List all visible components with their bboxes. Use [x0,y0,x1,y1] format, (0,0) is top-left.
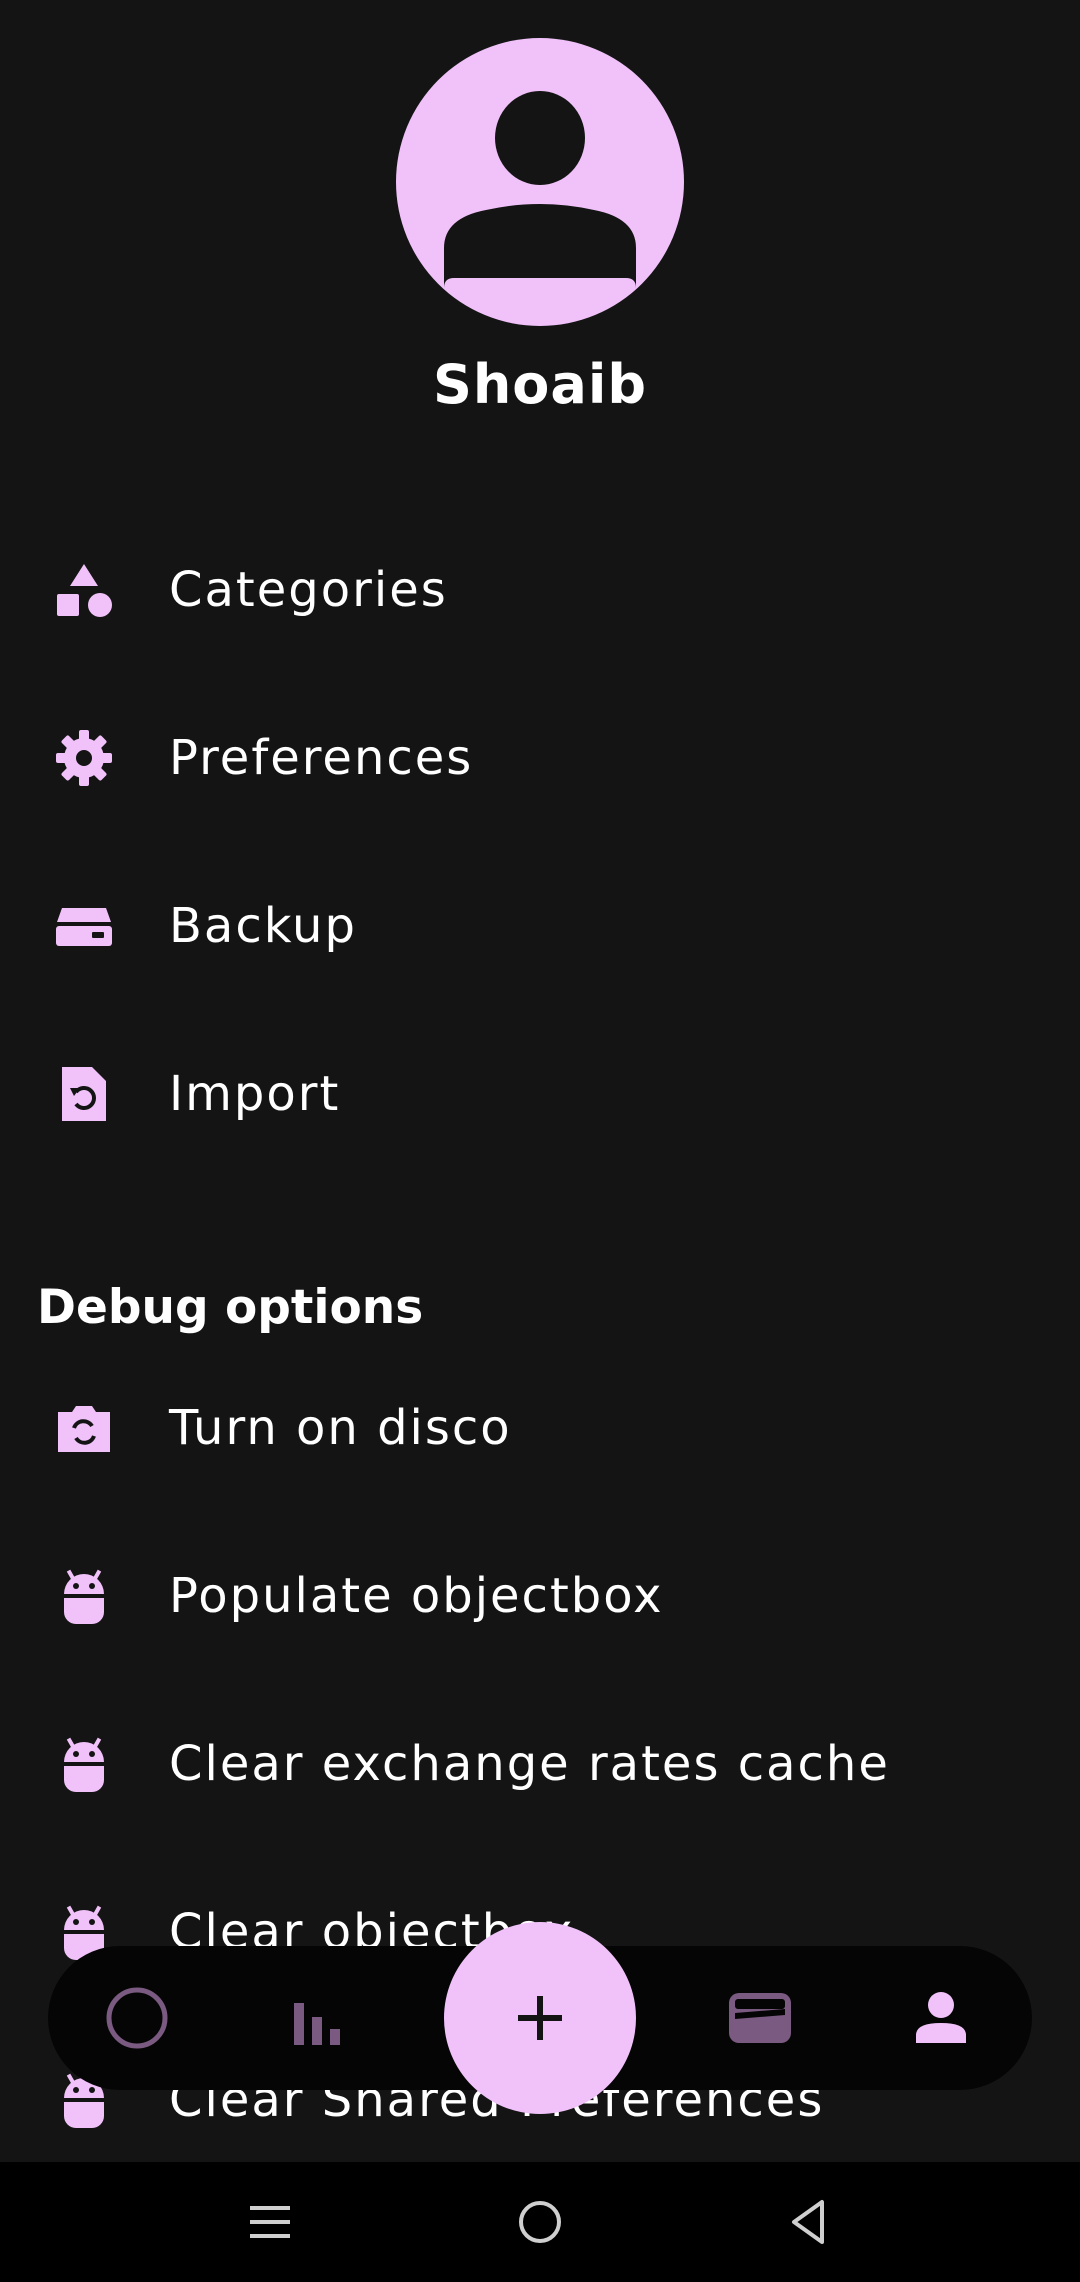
recent-apps-button[interactable] [228,2180,312,2264]
menu-item-preferences[interactable]: Preferences [0,688,1080,828]
bar-chart-icon [294,2003,340,2045]
wallet-icon [729,1993,791,2043]
debug-item-disco[interactable]: Turn on disco [0,1358,1080,1498]
menu-item-label: Preferences [169,730,474,786]
menu-item-label: Populate objectbox [169,1568,664,1624]
camera-switch-icon [54,1398,114,1458]
add-transaction-fab[interactable] [444,1922,636,2114]
nav-profile-button[interactable] [876,1946,1006,2090]
plus-icon [518,1996,562,2040]
nav-wallet-button[interactable] [695,1946,825,2090]
nav-stats-button[interactable] [252,1946,382,2090]
person-icon [916,1992,966,2043]
profile-name: Shoaib [432,353,648,416]
menu-item-label: Import [169,1066,341,1122]
gear-icon [54,728,114,788]
menu-item-categories[interactable]: Categories [0,520,1080,660]
storage-drive-icon [54,896,114,956]
circle-icon [106,1987,168,2049]
debug-item-clear-exchange-rates[interactable]: Clear exchange rates cache [0,1694,1080,1834]
home-circle-icon [519,2201,561,2243]
profile-avatar[interactable] [396,38,684,326]
debug-section-title: Debug options [37,1280,424,1335]
back-triangle-icon [792,2200,824,2244]
menu-item-label: Backup [169,898,357,954]
menu-item-label: Categories [169,562,448,618]
menu-item-import[interactable]: Import [0,1024,1080,1164]
menu-item-label: Turn on disco [169,1400,512,1456]
system-back-button[interactable] [768,2180,852,2264]
person-avatar-icon [444,91,636,288]
debug-item-populate-objectbox[interactable]: Populate objectbox [0,1526,1080,1666]
menu-item-label: Clear exchange rates cache [169,1736,890,1792]
nav-home-button[interactable] [72,1946,202,2090]
category-shapes-icon [54,560,114,620]
system-navigation-bar [0,2162,1080,2282]
android-icon [54,1566,114,1626]
android-icon [54,1734,114,1794]
menu-icon [250,2206,290,2238]
system-home-button[interactable] [498,2180,582,2264]
file-restore-icon [54,1064,114,1124]
menu-item-backup[interactable]: Backup [0,856,1080,996]
